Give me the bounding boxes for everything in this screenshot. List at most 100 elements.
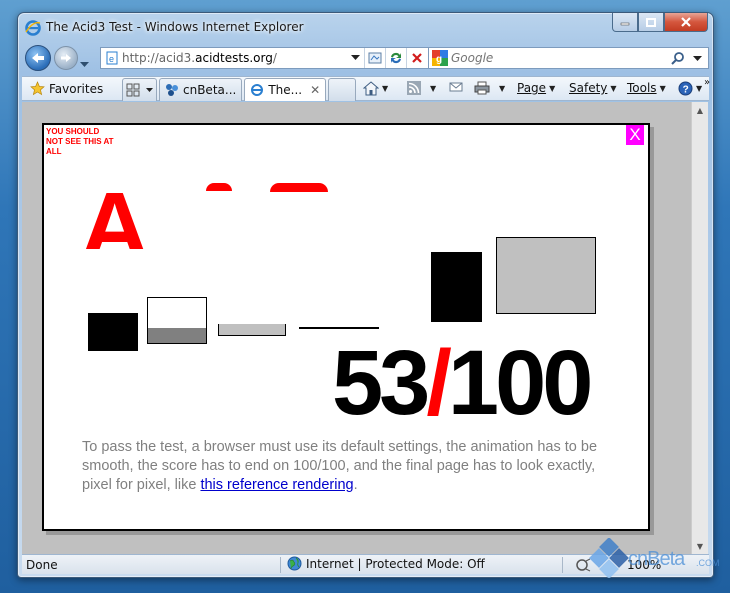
cnbeta-favicon-icon [166, 84, 178, 96]
safety-menu[interactable]: Safety ▼ [569, 81, 617, 95]
mail-icon [449, 82, 463, 92]
score-slash: / [426, 332, 451, 434]
status-text: Done [26, 558, 58, 572]
svg-text:e: e [109, 54, 114, 64]
title-bar[interactable]: The Acid3 Test - Windows Internet Explor… [18, 13, 713, 43]
address-bar[interactable]: e http://acid3.acidtests.org/ [100, 47, 442, 69]
navigation-bar: e http://acid3.acidtests.org/ g [18, 43, 713, 77]
status-divider [280, 557, 281, 573]
star-icon [30, 81, 45, 96]
maximize-button[interactable] [638, 13, 664, 32]
page-menu-label: Page [517, 81, 547, 95]
safety-menu-label: Safety [569, 81, 608, 95]
forward-arrow-icon [61, 54, 71, 62]
minimize-button[interactable] [612, 13, 638, 32]
acid3-title: A [80, 177, 147, 249]
test-bucket-3 [218, 324, 286, 336]
address-dropdown-button[interactable] [345, 48, 365, 68]
new-tab-button[interactable] [328, 78, 357, 101]
stop-button[interactable] [406, 48, 426, 68]
page-menu[interactable]: Page ▼ [517, 81, 555, 95]
caption-buttons [612, 13, 708, 33]
refresh-icon [390, 52, 401, 64]
help-icon: ? [678, 81, 693, 96]
quick-tabs-button[interactable] [122, 78, 157, 101]
chevron-down-icon[interactable] [146, 87, 153, 93]
instructions-end: . [353, 477, 358, 493]
search-box[interactable]: g [428, 47, 709, 69]
cnbeta-watermark: cnBeta .COM [588, 538, 728, 578]
print-button[interactable]: ▼ [474, 81, 505, 95]
chevron-down-icon[interactable]: ▼ [499, 84, 505, 93]
tools-menu[interactable]: Tools ▼ [627, 81, 666, 95]
search-input[interactable] [451, 51, 651, 65]
acid3-page: YOU SHOULD NOT SEE THIS AT ALL X A 53/10… [42, 123, 650, 531]
chevron-down-icon[interactable]: ▼ [430, 84, 436, 93]
close-icon [681, 17, 691, 27]
score-total: 100 [447, 332, 593, 434]
reference-rendering-link[interactable]: this reference rendering [200, 477, 353, 493]
search-icon[interactable] [671, 51, 685, 65]
url-text[interactable]: http://acid3.acidtests.org/ [122, 51, 277, 65]
feeds-button[interactable]: ▼ [407, 81, 436, 95]
refresh-button[interactable] [385, 48, 405, 68]
chevron-down-icon[interactable] [693, 56, 702, 62]
test-bucket-4 [299, 327, 379, 329]
read-mail-button[interactable] [449, 81, 463, 93]
window-title: The Acid3 Test - Windows Internet Explor… [46, 20, 304, 34]
test-bucket-6 [496, 237, 596, 314]
test-instructions: To pass the test, a browser must use its… [82, 438, 622, 495]
chevron-down-icon [350, 55, 360, 60]
favorites-button[interactable]: Favorites [30, 81, 103, 96]
test-bucket-2-fill [148, 328, 206, 343]
more-commands-chevron-icon[interactable]: » [704, 77, 710, 88]
close-window-button[interactable] [664, 13, 708, 32]
minimize-icon [620, 22, 630, 26]
ie-page-icon [251, 84, 264, 96]
quick-tabs-icon [126, 83, 140, 97]
globe-icon [287, 556, 302, 571]
tab-label: cnBeta... [183, 83, 237, 97]
chevron-down-icon: ▼ [610, 83, 617, 93]
rss-feed-icon [407, 81, 421, 95]
compatibility-view-button[interactable] [364, 48, 384, 68]
ie-window: The Acid3 Test - Windows Internet Explor… [17, 12, 714, 578]
tab-acid3[interactable]: The... ✕ [244, 78, 327, 101]
stop-icon [411, 53, 422, 63]
printer-icon [474, 81, 490, 95]
chevron-down-icon: ▼ [659, 83, 666, 93]
ie-logo-icon [25, 20, 41, 36]
help-button[interactable]: ? ▼ [678, 81, 702, 96]
forward-button[interactable] [54, 46, 78, 70]
security-zone[interactable]: Internet | Protected Mode: Off [287, 556, 485, 571]
security-zone-label: Internet | Protected Mode: Off [306, 556, 485, 571]
chevron-down-icon: ▼ [549, 83, 556, 93]
tab-bar: cnBeta... The... ✕ [122, 78, 358, 101]
svg-text:g: g [436, 54, 442, 65]
status-divider [562, 557, 563, 573]
home-icon [363, 81, 379, 96]
score-display: 53/100 [332, 337, 593, 429]
test-bucket-1 [88, 313, 138, 351]
chevron-down-icon [80, 62, 89, 67]
tab-cnbeta[interactable]: cnBeta... [159, 78, 243, 101]
acid-title-fragment [270, 183, 328, 192]
tools-menu-label: Tools [627, 81, 657, 95]
vertical-scrollbar[interactable]: ▲ ▼ [691, 102, 708, 554]
cnbeta-watermark-suffix: .COM [696, 558, 720, 568]
test-bucket-5 [431, 252, 482, 322]
compatibility-view-icon [368, 52, 381, 64]
recent-pages-dropdown[interactable] [80, 53, 89, 72]
command-bar: Favorites cnBeta... The... ✕ ▼ ▼ ▼ Page … [22, 76, 710, 101]
back-button[interactable] [25, 45, 51, 71]
close-tab-icon[interactable]: ✕ [310, 83, 320, 97]
acid-title-fragment [206, 183, 232, 191]
page-icon: e [106, 51, 118, 65]
close-test-button[interactable]: X [626, 125, 644, 145]
chevron-down-icon[interactable]: ▼ [382, 84, 388, 93]
tab-label: The... [268, 83, 303, 97]
scroll-up-arrow-icon[interactable]: ▲ [692, 102, 708, 118]
back-arrow-icon [32, 53, 44, 63]
score-value: 53 [332, 332, 430, 434]
home-button[interactable]: ▼ [363, 81, 388, 96]
